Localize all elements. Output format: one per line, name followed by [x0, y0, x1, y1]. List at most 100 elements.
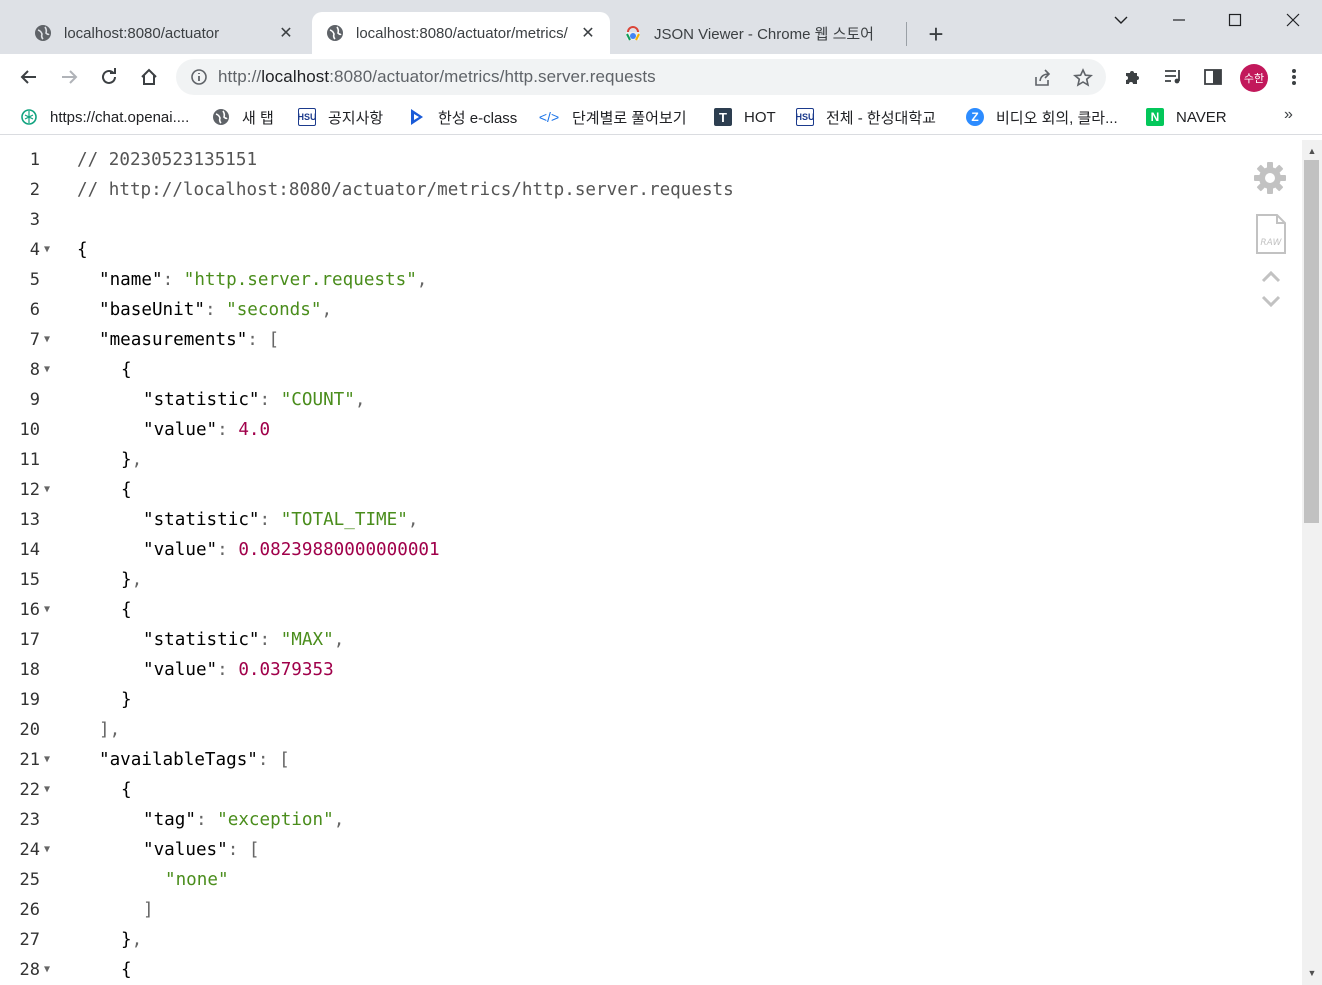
extensions-puzzle-icon[interactable]	[1122, 66, 1144, 88]
close-icon[interactable]: ✕	[276, 23, 296, 43]
fold-toggle-icon[interactable]: ▼	[44, 355, 56, 385]
json-number-value: 0.08239880000000001	[238, 540, 440, 560]
side-panel-icon[interactable]	[1202, 66, 1224, 88]
fold-toggle-icon[interactable]: ▼	[44, 595, 56, 625]
fold-toggle-icon[interactable]: ▼	[44, 325, 56, 355]
json-line: 3	[0, 205, 1240, 235]
raw-file-icon[interactable]: RAW	[1254, 212, 1288, 256]
json-punctuation: ,	[333, 810, 345, 830]
line-number: 16	[19, 600, 40, 620]
json-string-value: "MAX"	[280, 630, 334, 650]
bookmark-chatgpt[interactable]: https://chat.openai....	[20, 106, 189, 128]
maximize-icon[interactable]	[1220, 6, 1250, 34]
bookmark-star-icon[interactable]	[1072, 67, 1094, 89]
reload-icon[interactable]	[94, 62, 124, 92]
json-line: 2 // http://localhost:8080/actuator/metri…	[0, 175, 1240, 205]
address-bar[interactable]: http://localhost:8080/actuator/metrics/h…	[176, 59, 1106, 95]
json-code: "value": 4.0	[143, 415, 270, 445]
settings-gear-icon[interactable]	[1252, 160, 1288, 196]
home-icon[interactable]	[134, 62, 164, 92]
url-text[interactable]: http://localhost:8080/actuator/metrics/h…	[218, 67, 656, 87]
json-punctuation: :	[217, 660, 239, 680]
tab-title: JSON Viewer - Chrome 웹 스토어	[654, 25, 874, 43]
tab-metrics[interactable]: localhost:8080/actuator/metrics/ ✕	[312, 12, 610, 54]
json-punctuation: :	[195, 810, 218, 830]
json-key: "statistic"	[143, 630, 260, 650]
minimize-icon[interactable]	[1164, 6, 1194, 34]
fold-toggle-icon[interactable]: ▼	[44, 835, 56, 865]
site-info-icon[interactable]	[190, 68, 208, 86]
share-icon[interactable]	[1032, 67, 1054, 89]
scroll-down-arrow-icon[interactable]: ▼	[1305, 966, 1319, 980]
profile-avatar[interactable]: 수한	[1240, 64, 1268, 92]
bookmark-naver[interactable]: N NAVER	[1146, 106, 1227, 128]
json-code: "none"	[165, 865, 229, 895]
json-key: "value"	[143, 420, 218, 440]
fold-toggle-icon[interactable]: ▼	[44, 475, 56, 505]
more-menu-icon[interactable]	[1283, 66, 1305, 88]
json-code: // http://localhost:8080/actuator/metric…	[77, 175, 734, 205]
bookmark-baekjoon[interactable]: </> 단계별로 풀어보기	[538, 106, 687, 128]
code-icon: </>	[538, 109, 560, 125]
line-number: 19	[19, 690, 40, 710]
bookmark-hansung[interactable]: HSU 전체 - 한성대학교	[796, 106, 936, 128]
json-key: "value"	[143, 540, 218, 560]
json-code: ],	[99, 715, 120, 745]
line-number: 9	[29, 390, 40, 410]
bookmark-zoom[interactable]: Z 비디오 회의, 클라...	[966, 106, 1118, 128]
bookmark-notice[interactable]: HSU 공지사항	[298, 106, 383, 128]
scrollbar-thumb[interactable]	[1304, 160, 1319, 523]
json-key: "values"	[143, 840, 228, 860]
json-line: 17 "statistic": "MAX",	[0, 625, 1240, 655]
json-punctuation: {	[121, 960, 132, 980]
json-code: {	[121, 955, 132, 985]
fold-toggle-icon[interactable]: ▼	[44, 235, 56, 265]
tab-search-chevron-icon[interactable]	[1106, 6, 1136, 34]
json-line: 7 ▼ "measurements": [	[0, 325, 1240, 355]
forward-arrow-icon[interactable]	[54, 62, 84, 92]
tab-json-viewer[interactable]: JSON Viewer - Chrome 웹 스토어	[612, 12, 894, 54]
fold-toggle-icon[interactable]: ▼	[44, 775, 56, 805]
fold-toggle-icon[interactable]: ▼	[44, 955, 56, 985]
bookmark-hot[interactable]: T HOT	[714, 106, 776, 128]
line-number: 15	[19, 570, 40, 590]
json-code: },	[121, 565, 142, 595]
json-punctuation: }	[121, 930, 132, 950]
new-tab-button[interactable]: +	[922, 19, 950, 49]
bookmark-new-tab[interactable]: 새 탭	[212, 106, 274, 128]
line-number: 11	[19, 450, 40, 470]
json-number-value: 0.0379353	[238, 660, 334, 680]
hsu-icon: HSU	[796, 108, 815, 126]
back-arrow-icon[interactable]	[14, 62, 44, 92]
bookmark-eclass[interactable]: 한성 e-class	[408, 106, 517, 128]
json-punctuation: :	[162, 270, 184, 290]
tistory-icon: T	[714, 108, 732, 126]
json-code: {	[121, 355, 132, 385]
line-number: 26	[19, 900, 40, 920]
fold-toggle-icon[interactable]: ▼	[44, 745, 56, 775]
eclass-icon	[408, 108, 426, 126]
close-icon[interactable]: ✕	[578, 23, 598, 43]
json-key: "availableTags"	[99, 750, 258, 770]
close-window-icon[interactable]	[1278, 6, 1308, 34]
json-line: 25 "none"	[0, 865, 1240, 895]
line-number: 25	[19, 870, 40, 890]
json-code: "name": "http.server.requests",	[99, 265, 427, 295]
line-number: 2	[29, 180, 40, 200]
line-number: 17	[19, 630, 40, 650]
json-line: 18 "value": 0.0379353	[0, 655, 1240, 685]
media-control-icon[interactable]	[1162, 66, 1184, 88]
json-line: 24 ▼ "values": [	[0, 835, 1240, 865]
bookmarks-overflow-icon[interactable]: »	[1284, 106, 1293, 124]
scroll-up-arrow-icon[interactable]: ▲	[1305, 144, 1319, 158]
line-number: 10	[19, 420, 40, 440]
line-number: 22	[19, 780, 40, 800]
json-code: }	[121, 685, 132, 715]
chevron-up-icon[interactable]	[1260, 268, 1282, 286]
chevron-down-icon[interactable]	[1260, 292, 1282, 310]
tab-actuator[interactable]: localhost:8080/actuator ✕	[8, 12, 310, 54]
line-number: 27	[19, 930, 40, 950]
json-line: 4 ▼ {	[0, 235, 1240, 265]
globe-icon	[34, 24, 52, 42]
json-punctuation: :	[204, 300, 227, 320]
